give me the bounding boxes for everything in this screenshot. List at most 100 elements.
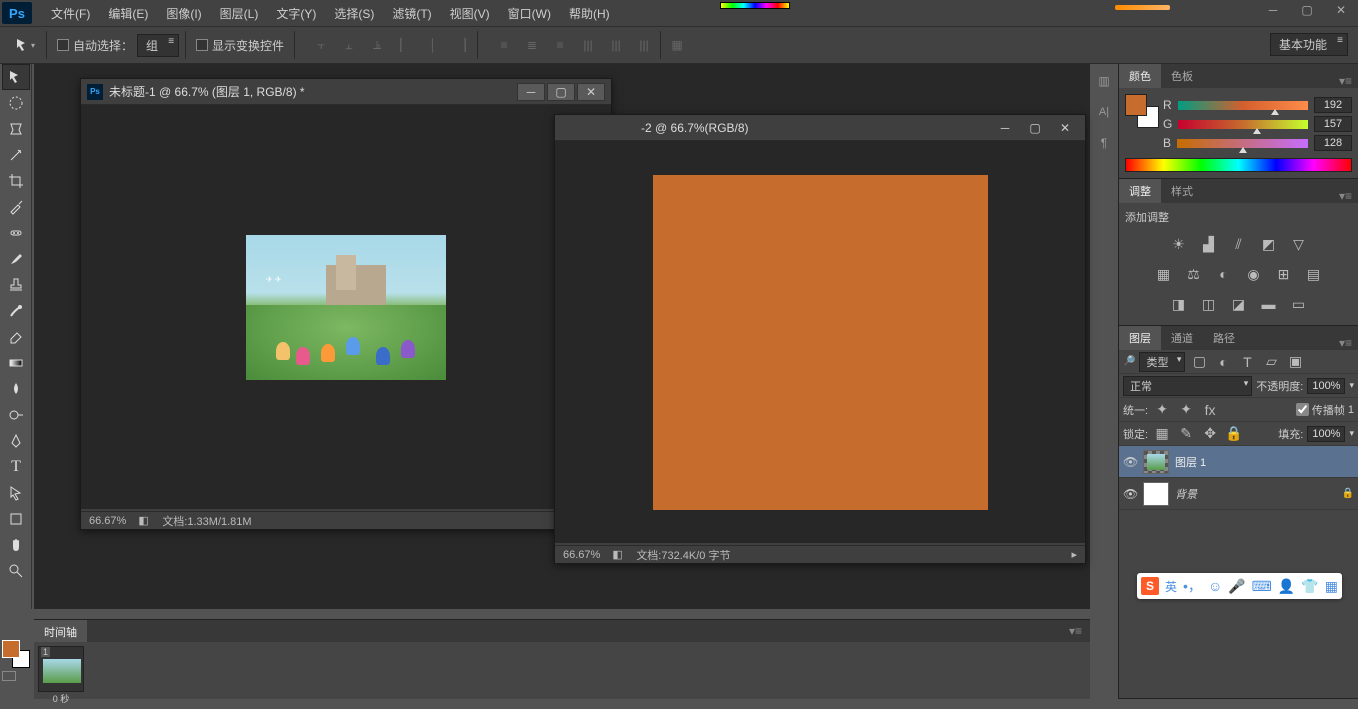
spectrum-bar[interactable]	[1125, 158, 1352, 172]
ime-toolbar[interactable]: S 英 •， ☺ 🎤 ⌨ 👤 👕 ▦	[1137, 573, 1342, 599]
doc2-zoom[interactable]: 66.67%	[563, 549, 600, 561]
blur-tool[interactable]	[2, 376, 30, 402]
panel-icon-1[interactable]: ▥	[1098, 74, 1109, 88]
align-bottom-icon[interactable]: ⫡	[367, 35, 387, 55]
filter-smart-icon[interactable]: ▣	[1285, 353, 1305, 371]
lock-paint-icon[interactable]: ✎	[1176, 425, 1196, 443]
doc1-minimize[interactable]: ─	[517, 83, 545, 101]
show-transform-checkbox[interactable]: 显示变换控件	[196, 37, 284, 54]
auto-select-checkbox[interactable]: 自动选择：	[57, 37, 133, 54]
close-button[interactable]: ✕	[1324, 0, 1358, 20]
wand-tool[interactable]	[2, 142, 30, 168]
bg-thumb[interactable]	[1143, 482, 1169, 506]
doc1-zoom[interactable]: 66.67%	[89, 515, 126, 527]
filter-image-icon[interactable]: ▢	[1189, 353, 1209, 371]
g-slider[interactable]	[1178, 120, 1308, 129]
tool-preset-icon[interactable]: ▾	[10, 37, 40, 53]
quickmask-icon[interactable]	[2, 671, 16, 681]
menu-edit[interactable]: 编辑(E)	[99, 0, 157, 26]
distribute-left-icon[interactable]: |||	[578, 35, 598, 55]
timeline-frame[interactable]: 1 0 秒	[38, 646, 84, 705]
foreground-swatch[interactable]	[2, 640, 20, 658]
menu-help[interactable]: 帮助(H)	[560, 0, 619, 26]
menu-view[interactable]: 视图(V)	[441, 0, 499, 26]
curves-icon[interactable]: ⫽	[1229, 235, 1249, 253]
doc2-titlebar[interactable]: -2 @ 66.7%(RGB/8) ─ ▢ ✕	[555, 115, 1085, 141]
ime-tool-icon[interactable]: ▦	[1325, 578, 1338, 595]
photo-filter-icon[interactable]: ◉	[1244, 265, 1264, 283]
filter-shape-icon[interactable]: ▱	[1261, 353, 1281, 371]
ime-skin-icon[interactable]: 👕	[1301, 578, 1318, 595]
lookup-icon[interactable]: ▤	[1304, 265, 1324, 283]
history-brush-tool[interactable]	[2, 298, 30, 324]
menu-window[interactable]: 窗口(W)	[499, 0, 560, 26]
bw-icon[interactable]: ◐	[1214, 265, 1234, 283]
g-value[interactable]: 157	[1314, 116, 1352, 132]
unify-vis-icon[interactable]: ✦	[1176, 401, 1196, 419]
eyedropper-tool[interactable]	[2, 194, 30, 220]
distribute-vcenter-icon[interactable]: ≣	[522, 35, 542, 55]
selective-icon[interactable]: ▭	[1289, 295, 1309, 313]
tab-timeline[interactable]: 时间轴	[34, 620, 87, 642]
layer-row-1[interactable]: 👁 图层 1	[1119, 446, 1358, 478]
mixer-icon[interactable]: ⊞	[1274, 265, 1294, 283]
exposure-icon[interactable]: ◩	[1259, 235, 1279, 253]
maximize-button[interactable]: ▢	[1290, 0, 1324, 20]
doc1-canvas-area[interactable]: ✈ ✈	[81, 105, 611, 509]
gradient-tool[interactable]	[2, 350, 30, 376]
visibility-icon[interactable]: 👁	[1123, 455, 1137, 469]
crop-tool[interactable]	[2, 168, 30, 194]
threshold-icon[interactable]: ◪	[1229, 295, 1249, 313]
menu-type[interactable]: 文字(Y)	[267, 0, 325, 26]
timeline-menu-icon[interactable]: ▾≡	[1061, 620, 1090, 642]
doc2-maximize[interactable]: ▢	[1021, 119, 1049, 137]
doc1-titlebar[interactable]: Ps 未标题-1 @ 66.7% (图层 1, RGB/8) * ─ ▢ ✕	[81, 79, 611, 105]
menu-filter[interactable]: 滤镜(T)	[383, 0, 440, 26]
top-slider[interactable]	[1115, 5, 1170, 10]
ime-emoji-icon[interactable]: ☺	[1208, 578, 1222, 594]
tab-swatches[interactable]: 色板	[1161, 64, 1203, 88]
b-value[interactable]: 128	[1314, 135, 1352, 151]
layer-row-bg[interactable]: 👁 背景 🔒	[1119, 478, 1358, 510]
doc2-close[interactable]: ✕	[1051, 119, 1079, 137]
dodge-tool[interactable]	[2, 402, 30, 428]
auto-select-dropdown[interactable]: 组	[137, 34, 179, 57]
lock-all-icon[interactable]: 🔒	[1224, 425, 1244, 443]
pen-tool[interactable]	[2, 428, 30, 454]
layers-panel-menu-icon[interactable]: ▾≡	[1333, 336, 1358, 350]
ime-punct-icon[interactable]: •，	[1183, 576, 1202, 596]
visibility-icon[interactable]: 👁	[1123, 487, 1137, 501]
unify-pos-icon[interactable]: ✦	[1152, 401, 1172, 419]
filter-type-icon[interactable]: T	[1237, 353, 1257, 371]
hand-tool[interactable]	[2, 532, 30, 558]
lasso-tool[interactable]	[2, 116, 30, 142]
doc2-minimize[interactable]: ─	[991, 119, 1019, 137]
healing-tool[interactable]	[2, 220, 30, 246]
layer-filter-type[interactable]: 类型	[1139, 352, 1185, 372]
tab-style[interactable]: 样式	[1161, 179, 1203, 203]
align-vcenter-icon[interactable]: ⫠	[339, 35, 359, 55]
color-chip[interactable]	[1125, 94, 1159, 128]
tab-adjust[interactable]: 调整	[1119, 179, 1161, 203]
b-slider[interactable]	[1177, 139, 1308, 148]
path-select-tool[interactable]	[2, 480, 30, 506]
type-tool[interactable]: T	[2, 454, 30, 480]
align-top-icon[interactable]: ⫟	[311, 35, 331, 55]
propagate-checkbox[interactable]	[1296, 403, 1309, 416]
distribute-bottom-icon[interactable]: ≡	[550, 35, 570, 55]
color-swatches[interactable]	[2, 640, 30, 668]
distribute-right-icon[interactable]: |||	[634, 35, 654, 55]
filter-adjust-icon[interactable]: ◐	[1213, 353, 1233, 371]
layer1-thumb[interactable]	[1143, 450, 1169, 474]
distribute-hcenter-icon[interactable]: |||	[606, 35, 626, 55]
align-right-icon[interactable]: ▕	[451, 35, 471, 55]
fill-value[interactable]: 100%	[1307, 426, 1345, 442]
blend-mode-select[interactable]: 正常	[1123, 376, 1252, 396]
tab-color[interactable]: 颜色	[1119, 64, 1161, 88]
panel-icon-2[interactable]: A|	[1099, 106, 1109, 118]
distribute-top-icon[interactable]: ≡	[494, 35, 514, 55]
doc2-canvas-area[interactable]	[555, 141, 1085, 543]
r-value[interactable]: 192	[1314, 97, 1352, 113]
align-hcenter-icon[interactable]: │	[423, 35, 443, 55]
invert-icon[interactable]: ◨	[1169, 295, 1189, 313]
